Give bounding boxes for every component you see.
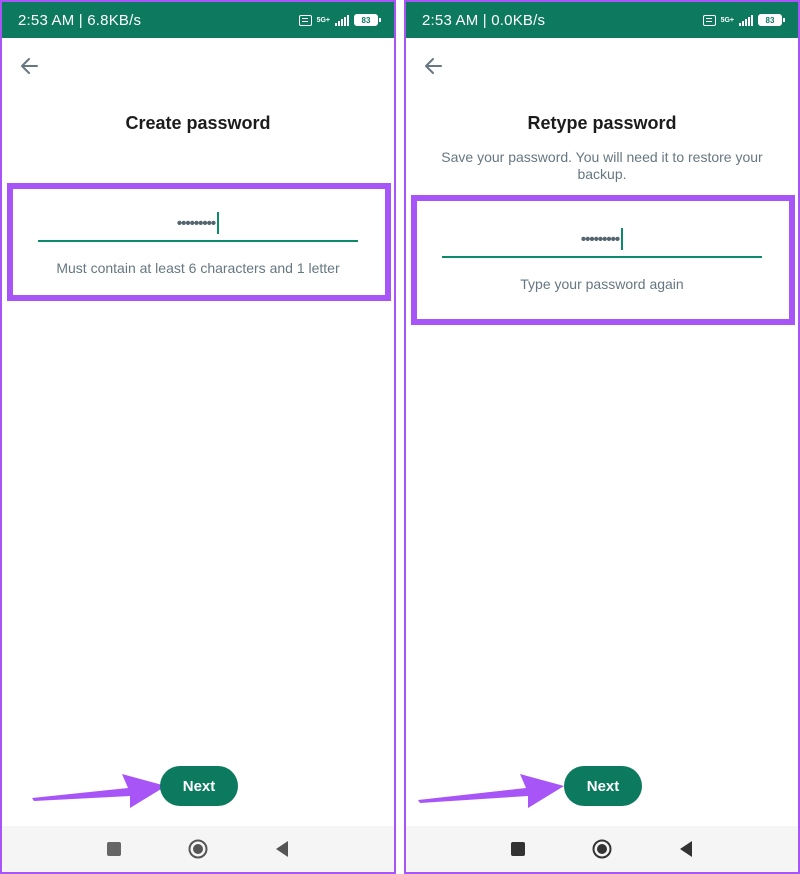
- password-input[interactable]: •••••••••: [38, 206, 358, 242]
- status-icons: 5G+ 83: [298, 14, 381, 26]
- signal-icon: [739, 14, 753, 26]
- password-input[interactable]: •••••••••: [442, 222, 762, 258]
- page-subtitle: Save your password. You will need it to …: [441, 149, 763, 182]
- back-arrow-icon[interactable]: [420, 52, 448, 80]
- password-hint: Type your password again: [520, 276, 684, 292]
- navigation-bar: [406, 826, 798, 872]
- circle-icon[interactable]: [185, 836, 211, 862]
- pointer-arrow-icon: [418, 774, 564, 808]
- battery-icon: 83: [354, 14, 381, 26]
- next-button[interactable]: Next: [564, 766, 642, 806]
- password-masked-value: •••••••••: [176, 214, 216, 232]
- battery-icon: 83: [758, 14, 785, 26]
- network-type: 5G+: [316, 16, 330, 24]
- status-time: 2:53 AM | 6.8KB/s: [18, 11, 142, 29]
- battery-level: 83: [765, 15, 775, 25]
- triangle-icon[interactable]: [269, 836, 295, 862]
- screen-retype-password: 2:53 AM | 0.0KB/s 5G+ 83 Retype password…: [404, 0, 800, 874]
- square-icon[interactable]: [505, 836, 531, 862]
- page-title: Create password: [125, 113, 271, 133]
- circle-icon[interactable]: [589, 836, 615, 862]
- page-title: Retype password: [527, 113, 677, 133]
- password-masked-value: •••••••••: [580, 230, 620, 248]
- triangle-icon[interactable]: [673, 836, 699, 862]
- vowifi-icon: [702, 14, 716, 26]
- status-bar: 2:53 AM | 0.0KB/s 5G+ 83: [406, 2, 798, 38]
- password-field-group: ••••••••• Type your password again: [442, 222, 762, 292]
- status-icons: 5G+ 83: [702, 14, 785, 26]
- next-button[interactable]: Next: [160, 766, 238, 806]
- back-arrow-icon[interactable]: [16, 52, 44, 80]
- status-bar: 2:53 AM | 6.8KB/s 5G+ 83: [2, 2, 394, 38]
- pointer-arrow-icon: [32, 774, 166, 808]
- signal-icon: [335, 14, 349, 26]
- text-cursor: [217, 212, 220, 234]
- battery-level: 83: [361, 15, 371, 25]
- network-type: 5G+: [720, 16, 734, 24]
- navigation-bar: [2, 826, 394, 872]
- network-type-label: 5G+: [317, 17, 330, 24]
- password-hint: Must contain at least 6 characters and 1…: [56, 260, 340, 276]
- vowifi-icon: [298, 14, 312, 26]
- screen-create-password: 2:53 AM | 6.8KB/s 5G+ 83 Create password…: [0, 0, 396, 874]
- square-icon[interactable]: [101, 836, 127, 862]
- password-field-group: ••••••••• Must contain at least 6 charac…: [38, 206, 358, 276]
- status-time: 2:53 AM | 0.0KB/s: [422, 11, 546, 29]
- text-cursor: [621, 228, 624, 250]
- network-type-label: 5G+: [721, 17, 734, 24]
